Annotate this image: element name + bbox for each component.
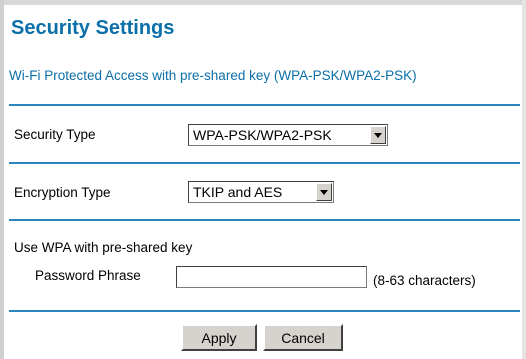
page-subtitle: Wi-Fi Protected Access with pre-shared k…: [9, 68, 417, 83]
divider: [9, 104, 520, 106]
cancel-button[interactable]: Cancel: [263, 324, 343, 351]
page-title: Security Settings: [11, 17, 175, 39]
window-frame-top: [0, 0, 526, 5]
security-type-value: WPA-PSK/WPA2-PSK: [193, 127, 332, 143]
password-hint: (8-63 characters): [373, 273, 476, 288]
wpa-section-label: Use WPA with pre-shared key: [14, 240, 193, 255]
encryption-type-value: TKIP and AES: [193, 184, 283, 200]
security-type-label: Security Type: [14, 127, 96, 142]
divider: [9, 310, 520, 312]
password-phrase-label: Password Phrase: [35, 268, 141, 283]
encryption-type-label: Encryption Type: [14, 185, 111, 200]
chevron-down-icon[interactable]: [316, 183, 332, 201]
window-frame-right: [522, 0, 526, 359]
window-frame-left: [0, 0, 4, 359]
security-type-select[interactable]: WPA-PSK/WPA2-PSK: [188, 124, 388, 146]
apply-button[interactable]: Apply: [181, 324, 257, 351]
divider: [9, 162, 520, 164]
chevron-down-icon[interactable]: [370, 126, 386, 144]
password-phrase-input[interactable]: [176, 266, 367, 288]
encryption-type-select[interactable]: TKIP and AES: [188, 181, 334, 203]
divider: [9, 219, 520, 221]
